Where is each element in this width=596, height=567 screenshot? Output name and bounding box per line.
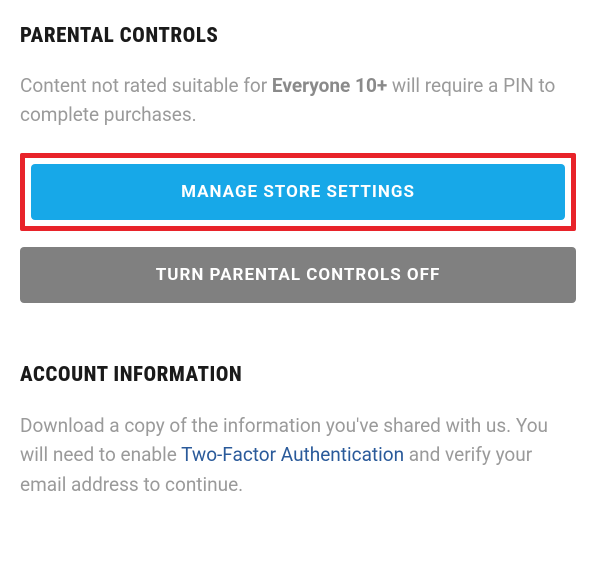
parental-controls-heading: PARENTAL CONTROLS [20,24,576,48]
parental-controls-description: Content not rated suitable for Everyone … [20,72,576,129]
account-information-description: Download a copy of the information you'v… [20,411,576,499]
manage-store-settings-button[interactable]: MANAGE STORE SETTINGS [31,164,565,220]
rating-label: Everyone 10+ [272,74,387,97]
turn-parental-controls-off-button[interactable]: TURN PARENTAL CONTROLS OFF [20,247,576,303]
two-factor-auth-link[interactable]: Two-Factor Authentication [181,443,404,466]
account-information-heading: ACCOUNT INFORMATION [20,363,576,387]
account-information-section: ACCOUNT INFORMATION Download a copy of t… [20,363,576,499]
description-text-pre: Content not rated suitable for [20,74,272,97]
parental-controls-section: PARENTAL CONTROLS Content not rated suit… [20,24,576,351]
highlighted-selection-box: MANAGE STORE SETTINGS [20,153,576,231]
